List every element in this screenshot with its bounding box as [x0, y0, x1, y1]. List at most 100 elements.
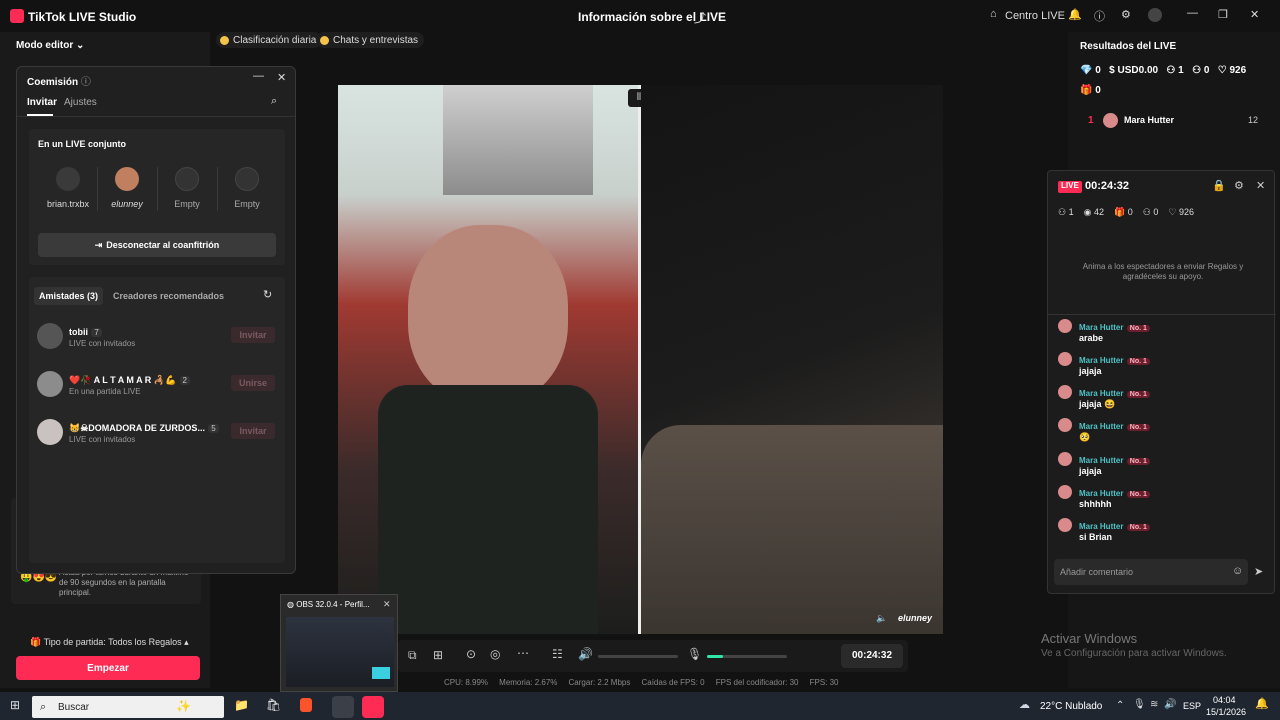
- cohost-slot[interactable]: Empty: [158, 167, 216, 209]
- avatar: [1058, 418, 1072, 432]
- microphone-icon[interactable]: 🎙: [687, 647, 702, 661]
- refresh-icon[interactable]: ↻: [263, 288, 272, 301]
- send-icon[interactable]: ➤: [1254, 565, 1263, 578]
- obs-title: OBS 32.0.4 - Perfil...: [296, 600, 370, 609]
- clock-date[interactable]: 15/1/2026: [1206, 707, 1246, 717]
- microphone-icon[interactable]: 🎙: [1133, 699, 1146, 710]
- daily-ranking-chip[interactable]: Clasificación diaria: [216, 32, 323, 48]
- chat-user[interactable]: Mara Hutter: [1079, 356, 1123, 365]
- minimize-icon[interactable]: —: [253, 70, 264, 82]
- guest-video: [641, 85, 943, 634]
- obs-taskbar-preview[interactable]: ◍ OBS 32.0.4 - Perfil... ✕: [280, 594, 398, 692]
- chat-text: jajaja: [1079, 366, 1102, 376]
- disconnect-button[interactable]: ⇥ Desconectar al coanfitrión: [38, 233, 276, 257]
- party-type-label: Tipo de partida: Todos los Regalos: [43, 637, 182, 647]
- capture-icon[interactable]: ◎: [490, 647, 500, 661]
- video-preview[interactable]: ⦀ 🔈 elunney: [338, 85, 943, 634]
- sliders-icon[interactable]: ☷: [552, 647, 563, 661]
- avatar: [1103, 113, 1118, 128]
- chats-chip[interactable]: Chats y entrevistas: [316, 32, 425, 48]
- settings-gear-icon[interactable]: ⚙: [1121, 8, 1131, 21]
- gift-icon: 🎁: [1114, 207, 1126, 217]
- shares-value: 0: [1153, 207, 1159, 217]
- language-indicator[interactable]: ESP: [1183, 701, 1201, 711]
- mode-label: Modo editor: [16, 40, 74, 51]
- friend-count-badge: 5: [208, 424, 219, 433]
- comment-input[interactable]: Añadir comentario ☺: [1054, 559, 1248, 585]
- chat-user[interactable]: Mara Hutter: [1079, 522, 1123, 531]
- party-type-selector[interactable]: 🎁 Tipo de partida: Todos los Regalos ▴: [30, 637, 189, 648]
- brave-browser-icon[interactable]: [300, 698, 312, 712]
- chat-user[interactable]: Mara Hutter: [1079, 323, 1123, 332]
- mode-selector[interactable]: Modo editor ⌄: [16, 40, 84, 51]
- comment-placeholder: Añadir comentario: [1060, 567, 1134, 577]
- close-icon[interactable]: ✕: [1250, 8, 1259, 21]
- add-scene-icon[interactable]: ⊞: [433, 648, 443, 662]
- chat-text: arabe: [1079, 333, 1104, 343]
- weather-text[interactable]: 22°C Nublado: [1040, 701, 1102, 712]
- taskbar-search[interactable]: ⌕ Buscar ✨: [32, 696, 224, 718]
- lock-icon[interactable]: 🔒: [1212, 179, 1226, 192]
- chat-message: Mara Hutter No. 1 jajaja 😆: [1058, 383, 1268, 416]
- start-button[interactable]: Empezar: [16, 656, 200, 680]
- top-user-name[interactable]: Mara Hutter: [1124, 115, 1174, 125]
- notification-icon[interactable]: 🔔: [1255, 697, 1269, 710]
- rank-badge: No. 1: [1126, 524, 1150, 531]
- shares-icon: ⚇: [1192, 65, 1202, 76]
- volume-slider[interactable]: [598, 655, 678, 658]
- tab-invitar[interactable]: Invitar: [27, 97, 57, 108]
- chat-user[interactable]: Mara Hutter: [1079, 489, 1123, 498]
- clock-time[interactable]: 04:04: [1213, 695, 1236, 705]
- invite-button[interactable]: Invitar: [231, 327, 275, 343]
- help-icon[interactable]: ⓘ: [1094, 8, 1105, 24]
- volume-icon[interactable]: 🔊: [1164, 699, 1176, 710]
- tab-ajustes[interactable]: Ajustes: [64, 97, 97, 108]
- maximize-icon[interactable]: ❐: [1218, 8, 1228, 21]
- bell-icon[interactable]: 🔔: [1068, 8, 1082, 21]
- tab-friends[interactable]: Amistades (3): [34, 287, 104, 305]
- close-icon[interactable]: ✕: [277, 71, 286, 84]
- home-icon[interactable]: ⌂: [990, 8, 997, 20]
- join-button[interactable]: Unirse: [231, 375, 275, 391]
- layout-icon[interactable]: ⧉: [408, 648, 417, 663]
- minimize-icon[interactable]: —: [1187, 7, 1198, 19]
- cohost-slot[interactable]: Empty: [218, 167, 276, 209]
- search-icon: ⌕: [40, 701, 47, 713]
- cohost-slot[interactable]: brian.trxbx: [39, 167, 97, 209]
- settings-icon[interactable]: ⚙: [1234, 179, 1244, 192]
- invite-button[interactable]: Invitar: [231, 423, 275, 439]
- chip-label: Chats y entrevistas: [333, 34, 419, 46]
- share-icon[interactable]: ⤴: [694, 9, 706, 26]
- store-icon[interactable]: 🛍: [266, 698, 281, 712]
- mic-level-slider[interactable]: [707, 655, 787, 658]
- results-stats-row: 💎 0 $ USD0.00 ⚇ 1 ⚇ 0 ♡ 926: [1080, 65, 1246, 76]
- more-icon[interactable]: ⋯: [517, 646, 529, 660]
- chat-message: Mara Hutter No. 1 🥺: [1058, 416, 1268, 449]
- diamond-icon: 💎: [1080, 65, 1093, 76]
- obs-taskbar-icon[interactable]: [332, 696, 354, 718]
- chat-user[interactable]: Mara Hutter: [1079, 389, 1123, 398]
- volume-icon[interactable]: 🔊: [578, 647, 593, 661]
- file-explorer-icon[interactable]: 📁: [234, 698, 249, 712]
- host-shirt-image: [378, 385, 598, 634]
- help-icon[interactable]: ⓘ: [81, 77, 91, 88]
- tab-recommended[interactable]: Creadores recomendados: [113, 291, 224, 301]
- avatar: [1058, 352, 1072, 366]
- search-icon[interactable]: ⌕: [271, 95, 277, 108]
- windows-start-icon[interactable]: ⊞: [10, 698, 20, 712]
- record-icon[interactable]: ⊙: [466, 647, 476, 661]
- close-icon[interactable]: ✕: [383, 599, 391, 610]
- emoji-icon[interactable]: ☺: [1232, 565, 1243, 577]
- tiktok-taskbar-icon[interactable]: [362, 696, 384, 718]
- cohost-slot[interactable]: elunney: [98, 167, 156, 209]
- gift-prompt: Anima a los espectadores a enviar Regalo…: [1082, 262, 1244, 281]
- wifi-icon[interactable]: ≋: [1150, 699, 1158, 710]
- chevron-up-icon[interactable]: ⌃: [1116, 700, 1124, 711]
- shares-value: 0: [1203, 65, 1210, 76]
- centro-live-link[interactable]: Centro LIVE: [1005, 10, 1065, 22]
- chat-user[interactable]: Mara Hutter: [1079, 422, 1123, 431]
- chat-user[interactable]: Mara Hutter: [1079, 456, 1123, 465]
- profile-avatar[interactable]: [1148, 8, 1162, 22]
- close-panel-icon[interactable]: ✕: [1256, 179, 1265, 192]
- friend-name-row: tobii 7: [69, 324, 102, 338]
